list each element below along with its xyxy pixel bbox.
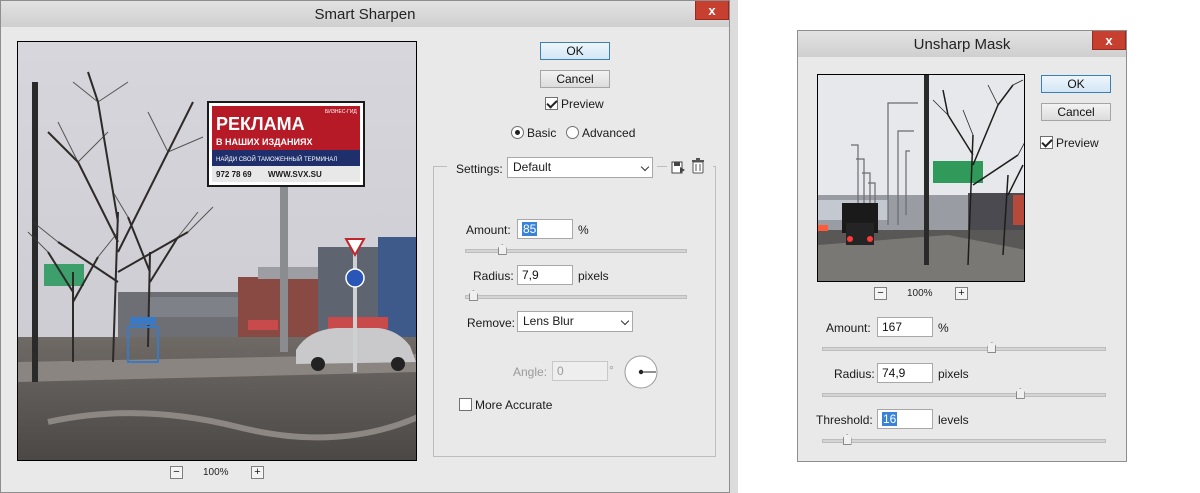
window-gap — [730, 0, 738, 493]
chevron-down-icon — [620, 316, 630, 326]
um-radius-input-value: 74,9 — [882, 366, 906, 380]
mode-advanced-radio[interactable] — [566, 126, 579, 139]
um-radius-slider-thumb[interactable] — [1015, 388, 1025, 399]
billboard-phone: 972 78 69 — [216, 170, 252, 179]
settings-label: Settings: — [456, 162, 503, 176]
unsharp-mask-preview[interactable] — [817, 74, 1025, 282]
unsharp-mask-preview-checkbox[interactable] — [1040, 136, 1053, 149]
unsharp-mask-zoom-out-button[interactable]: − — [874, 287, 887, 300]
plus-icon: + — [254, 466, 261, 478]
mode-advanced-label: Advanced — [582, 126, 636, 140]
angle-input[interactable]: 0 — [552, 361, 608, 381]
remove-label: Remove: — [467, 316, 516, 330]
radius-slider-track[interactable] — [465, 295, 687, 299]
smart-sharpen-zoom-level: 100% — [203, 467, 229, 478]
unsharp-mask-close-button[interactable]: x — [1092, 31, 1126, 50]
smart-sharpen-preview[interactable]: РЕКЛАМА В НАШИХ ИЗДАНИЯХ НАЙДИ СВОЙ ТАМО… — [17, 41, 417, 461]
mode-basic-label: Basic — [527, 126, 557, 140]
um-threshold-slider-thumb[interactable] — [842, 434, 852, 445]
unsharp-mask-dialog: Unsharp Mask x − 100% + OK Cancel Previe… — [797, 30, 1127, 462]
unsharp-mask-titlebar[interactable]: Unsharp Mask — [798, 31, 1126, 57]
amount-input-value: 85 — [522, 222, 538, 236]
um-threshold-label: Threshold: — [816, 413, 873, 427]
remove-dropdown[interactable]: Lens Blur — [517, 311, 633, 332]
mode-basic-radio[interactable] — [511, 126, 524, 139]
street-photo-image: РЕКЛАМА В НАШИХ ИЗДАНИЯХ НАЙДИ СВОЙ ТАМО… — [18, 42, 416, 460]
plus-icon: + — [958, 287, 965, 299]
um-threshold-unit: levels — [938, 413, 969, 427]
close-icon: x — [1105, 33, 1113, 48]
settings-dropdown-value: Default — [513, 160, 552, 174]
angle-label: Angle: — [513, 365, 548, 379]
minus-icon: − — [173, 466, 180, 478]
unsharp-mask-title: Unsharp Mask — [913, 36, 1011, 53]
angle-dial-icon[interactable] — [623, 354, 659, 390]
um-threshold-input[interactable]: 16 — [877, 409, 933, 429]
road-photo-image — [818, 75, 1024, 281]
um-amount-input[interactable]: 167 — [877, 317, 933, 337]
um-amount-input-value: 167 — [882, 320, 903, 334]
smart-sharpen-zoom-out-button[interactable]: − — [170, 466, 183, 479]
angle-input-value: 0 — [557, 364, 564, 378]
um-threshold-slider-track[interactable] — [822, 439, 1106, 443]
unsharp-mask-cancel-button[interactable]: Cancel — [1041, 103, 1111, 121]
save-preset-icon[interactable] — [670, 159, 686, 175]
smart-sharpen-titlebar[interactable]: Smart Sharpen — [1, 1, 729, 27]
smart-sharpen-dialog: Smart Sharpen x РЕКЛАМА В НАШИХ ИЗДАНИЯХ… — [0, 0, 730, 493]
billboard-badge: БИЗНЕС-ГИД — [325, 109, 357, 115]
billboard-line2: В НАШИХ ИЗДАНИЯХ — [216, 137, 312, 147]
remove-dropdown-value: Lens Blur — [523, 314, 574, 328]
um-threshold-input-value: 16 — [882, 412, 898, 426]
minus-icon: − — [877, 287, 884, 299]
more-accurate-label: More Accurate — [475, 398, 553, 412]
unsharp-mask-zoom-in-button[interactable]: + — [955, 287, 968, 300]
angle-unit: ° — [609, 363, 614, 377]
um-radius-unit: pixels — [938, 367, 969, 381]
billboard-site: WWW.SVX.SU — [268, 170, 322, 179]
smart-sharpen-zoom-in-button[interactable]: + — [251, 466, 264, 479]
amount-unit: % — [578, 223, 589, 237]
radius-unit: pixels — [578, 269, 609, 283]
amount-input[interactable]: 85 — [517, 219, 573, 239]
um-radius-input[interactable]: 74,9 — [877, 363, 933, 383]
unsharp-mask-ok-button[interactable]: OK — [1041, 75, 1111, 93]
smart-sharpen-preview-label: Preview — [561, 97, 604, 111]
um-amount-slider-track[interactable] — [822, 347, 1106, 351]
um-radius-slider-track[interactable] — [822, 393, 1106, 397]
radius-label: Radius: — [473, 269, 514, 283]
billboard-line1: РЕКЛАМА — [216, 114, 305, 134]
delete-preset-icon[interactable] — [691, 158, 705, 174]
smart-sharpen-close-button[interactable]: x — [695, 1, 729, 20]
unsharp-mask-zoom-level: 100% — [907, 288, 933, 299]
smart-sharpen-ok-button[interactable]: OK — [540, 42, 610, 60]
um-radius-label: Radius: — [834, 367, 875, 381]
um-amount-label: Amount: — [826, 321, 871, 335]
radius-input[interactable]: 7,9 — [517, 265, 573, 285]
more-accurate-checkbox[interactable] — [459, 398, 472, 411]
unsharp-mask-preview-label: Preview — [1056, 136, 1099, 150]
smart-sharpen-cancel-button[interactable]: Cancel — [540, 70, 610, 88]
radius-input-value: 7,9 — [522, 268, 539, 282]
amount-label: Amount: — [466, 223, 511, 237]
settings-dropdown[interactable]: Default — [507, 157, 653, 178]
smart-sharpen-title: Smart Sharpen — [314, 6, 416, 23]
um-amount-unit: % — [938, 321, 949, 335]
close-icon: x — [708, 3, 716, 18]
billboard-line3: НАЙДИ СВОЙ ТАМОЖЕННЫЙ ТЕРМИНАЛ — [216, 155, 337, 163]
chevron-down-icon — [640, 162, 650, 172]
smart-sharpen-preview-checkbox[interactable] — [545, 97, 558, 110]
um-amount-slider-thumb[interactable] — [987, 342, 997, 353]
